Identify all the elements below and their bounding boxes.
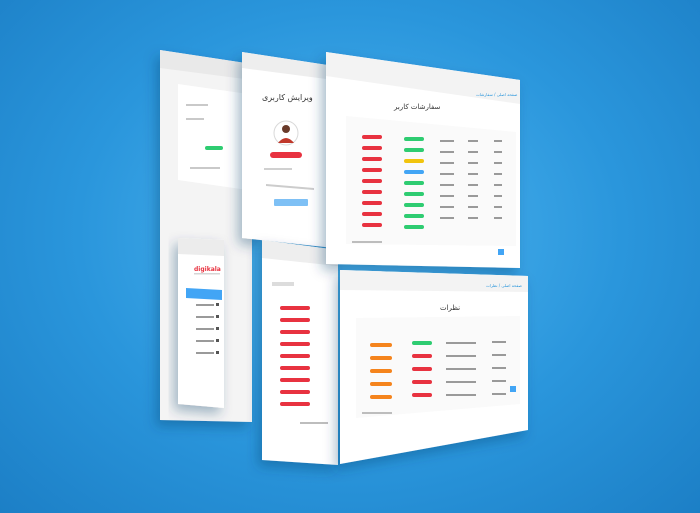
pagination-active[interactable] bbox=[498, 249, 504, 255]
middle-list-panel bbox=[262, 240, 338, 465]
save-button[interactable] bbox=[274, 199, 308, 206]
profile-panel: ویرایش کاربری bbox=[242, 52, 334, 248]
logo: digikala bbox=[194, 266, 221, 273]
comments-breadcrumb: صفحه اصلی / نظرات bbox=[486, 283, 523, 288]
orders-panel: صفحه اصلی / سفارشات سفارشات کاربر bbox=[326, 52, 520, 268]
comments-title: نظرات bbox=[440, 304, 460, 312]
mockup-stage: digikala ویرایش کاربری صفحه اصلی / سفارش… bbox=[0, 0, 700, 513]
avatar bbox=[282, 125, 290, 133]
orders-breadcrumb: صفحه اصلی / سفارشات bbox=[476, 92, 518, 97]
menu-item-active[interactable] bbox=[186, 288, 222, 300]
orders-title: سفارشات کاربر bbox=[393, 103, 441, 111]
menu-panel: digikala bbox=[178, 238, 224, 408]
edit-avatar-button[interactable] bbox=[270, 152, 302, 158]
comments-pagination-active[interactable] bbox=[510, 386, 516, 392]
comments-panel: صفحه اصلی / نظرات نظرات bbox=[340, 270, 528, 464]
profile-title: ویرایش کاربری bbox=[262, 93, 313, 102]
